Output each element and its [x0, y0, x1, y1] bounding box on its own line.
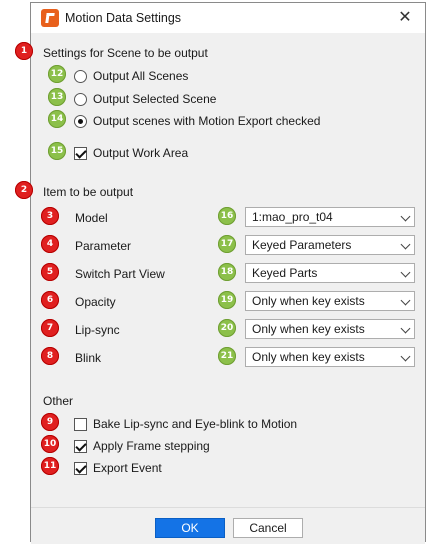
switch-part-view-select[interactable]: Keyed Parts — [245, 263, 415, 283]
annotation-marker-11: 11 — [41, 457, 59, 475]
annotation-marker-12: 12 — [48, 65, 66, 83]
annotation-marker-6: 6 — [41, 291, 59, 309]
ok-button[interactable]: OK — [155, 518, 225, 538]
lip-sync-select[interactable]: Only when key exists — [245, 319, 415, 339]
checkbox-label: Apply Frame stepping — [93, 439, 210, 453]
annotation-marker-3: 3 — [41, 207, 59, 225]
blink-select[interactable]: Only when key exists — [245, 347, 415, 367]
checkbox[interactable] — [74, 439, 87, 453]
annotation-marker-15: 15 — [48, 142, 66, 160]
scene-section-label: Settings for Scene to be output — [43, 46, 208, 60]
radio-button[interactable] — [74, 92, 87, 106]
radio-label: Output All Scenes — [93, 69, 189, 83]
radio-button[interactable] — [74, 69, 87, 83]
parameter-select-value: Keyed Parameters — [252, 238, 352, 252]
checkbox-export-event[interactable]: Export Event — [74, 461, 162, 475]
annotation-marker-2: 2 — [15, 181, 33, 199]
checkbox-bake-lip-sync[interactable]: Bake Lip-sync and Eye-blink to Motion — [74, 417, 297, 431]
chevron-down-icon — [400, 267, 411, 278]
checkbox[interactable] — [74, 146, 87, 160]
annotation-marker-16: 16 — [218, 207, 236, 225]
radio-output-selected-scene[interactable]: Output Selected Scene — [74, 92, 216, 106]
annotation-marker-14: 14 — [48, 110, 66, 128]
item-label-lip-sync: Lip-sync — [75, 323, 120, 337]
radio-output-motion-export-scenes[interactable]: Output scenes with Motion Export checked — [74, 114, 320, 128]
radio-output-all-scenes[interactable]: Output All Scenes — [74, 69, 188, 83]
chevron-down-icon — [400, 351, 411, 362]
annotation-marker-13: 13 — [48, 88, 66, 106]
annotation-marker-19: 19 — [218, 291, 236, 309]
item-label-parameter: Parameter — [75, 239, 132, 253]
chevron-down-icon — [400, 295, 411, 306]
checkbox-output-work-area[interactable]: Output Work Area — [74, 146, 188, 160]
opacity-select-value: Only when key exists — [252, 294, 365, 308]
annotation-marker-9: 9 — [41, 413, 59, 431]
parameter-select[interactable]: Keyed Parameters — [245, 235, 415, 255]
item-label-model: Model — [75, 211, 108, 225]
radio-button-selected[interactable] — [74, 114, 87, 128]
items-section-label: Item to be output — [43, 185, 134, 199]
annotation-marker-10: 10 — [41, 435, 59, 453]
dialog-title: Motion Data Settings — [65, 11, 182, 25]
annotation-marker-5: 5 — [41, 263, 59, 281]
other-section-label: Other — [43, 394, 74, 408]
cancel-button[interactable]: Cancel — [233, 518, 303, 538]
item-label-blink: Blink — [75, 351, 102, 365]
close-icon[interactable]: ✕ — [391, 5, 419, 31]
chevron-down-icon — [400, 211, 411, 222]
annotation-marker-7: 7 — [41, 319, 59, 337]
annotation-marker-1: 1 — [15, 42, 33, 60]
checkbox-label: Bake Lip-sync and Eye-blink to Motion — [93, 417, 298, 431]
title-bar: Motion Data Settings ✕ — [31, 3, 425, 33]
radio-label: Output Selected Scene — [93, 92, 217, 106]
item-label-switch-part-view: Switch Part View — [75, 267, 165, 281]
annotation-marker-4: 4 — [41, 235, 59, 253]
chevron-down-icon — [400, 239, 411, 250]
checkbox[interactable] — [74, 461, 87, 475]
model-select[interactable]: 1:mao_pro_t04 — [245, 207, 415, 227]
switch-part-view-select-value: Keyed Parts — [252, 266, 318, 280]
opacity-select[interactable]: Only when key exists — [245, 291, 415, 311]
radio-label: Output scenes with Motion Export checked — [93, 114, 321, 128]
blink-select-value: Only when key exists — [252, 350, 365, 364]
app-logo-icon — [41, 9, 59, 27]
annotation-marker-17: 17 — [218, 235, 236, 253]
checkbox-label: Export Event — [93, 461, 162, 475]
annotation-marker-8: 8 — [41, 347, 59, 365]
annotation-marker-18: 18 — [218, 263, 236, 281]
chevron-down-icon — [400, 323, 411, 334]
checkbox[interactable] — [74, 417, 87, 431]
annotation-marker-20: 20 — [218, 319, 236, 337]
model-select-value: 1:mao_pro_t04 — [252, 210, 333, 224]
checkbox-label: Output Work Area — [93, 146, 189, 160]
checkbox-apply-frame-stepping[interactable]: Apply Frame stepping — [74, 439, 210, 453]
lip-sync-select-value: Only when key exists — [252, 322, 365, 336]
dialog-footer: OK Cancel — [31, 507, 425, 544]
item-label-opacity: Opacity — [75, 295, 116, 309]
annotation-marker-21: 21 — [218, 347, 236, 365]
